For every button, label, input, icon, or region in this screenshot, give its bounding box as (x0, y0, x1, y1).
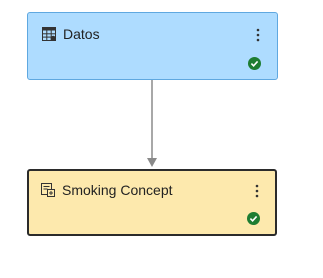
node-datos[interactable]: Datos (27, 12, 278, 80)
success-check-icon (247, 212, 260, 225)
model-document-icon (41, 183, 55, 197)
success-check-icon (248, 57, 261, 70)
table-grid-icon (42, 27, 56, 41)
node-label: Smoking Concept (62, 182, 173, 198)
flow-canvas: Datos Smoking Concept (0, 0, 323, 278)
node-label: Datos (63, 26, 100, 42)
node-smoking-concept[interactable]: Smoking Concept (27, 169, 277, 236)
more-vertical-icon[interactable] (252, 183, 262, 199)
more-vertical-icon[interactable] (253, 27, 263, 43)
